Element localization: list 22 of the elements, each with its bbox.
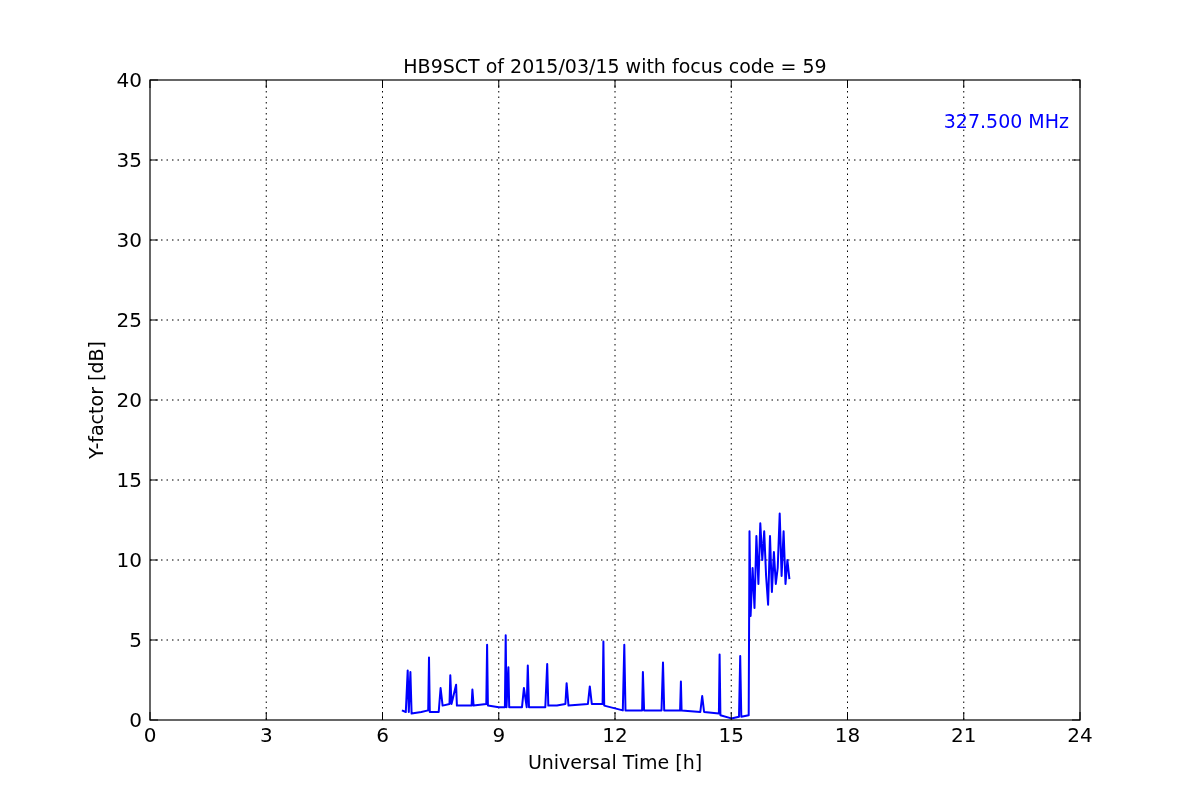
tick-label: 40 xyxy=(116,68,142,92)
tick-label: 10 xyxy=(116,548,142,572)
tick-label: 5 xyxy=(129,628,142,652)
axis-label: Y-factor [dB] xyxy=(85,341,107,459)
tick-label: 35 xyxy=(116,148,142,172)
chart-title: HB9SCT of 2015/03/15 with focus code = 59 xyxy=(403,55,827,77)
tick-label: 15 xyxy=(116,468,142,492)
tick-label: 0 xyxy=(129,708,142,732)
tick-label: 3 xyxy=(259,723,273,747)
axis-label: Universal Time [h] xyxy=(527,751,703,773)
legend-label: 327.500 MHz xyxy=(943,110,1069,132)
tick-label: 9 xyxy=(492,723,506,747)
tick-label: 24 xyxy=(1067,723,1093,747)
tick-label: 25 xyxy=(116,308,142,332)
tick-label: 15 xyxy=(718,723,744,747)
tick-label: 30 xyxy=(116,228,142,252)
tick-label: 12 xyxy=(602,723,628,747)
tick-label: 0 xyxy=(143,723,157,747)
tick-label: 20 xyxy=(116,388,142,412)
tick-label: 21 xyxy=(951,723,977,747)
tick-label: 18 xyxy=(834,723,861,747)
tick-label: 6 xyxy=(376,723,389,747)
